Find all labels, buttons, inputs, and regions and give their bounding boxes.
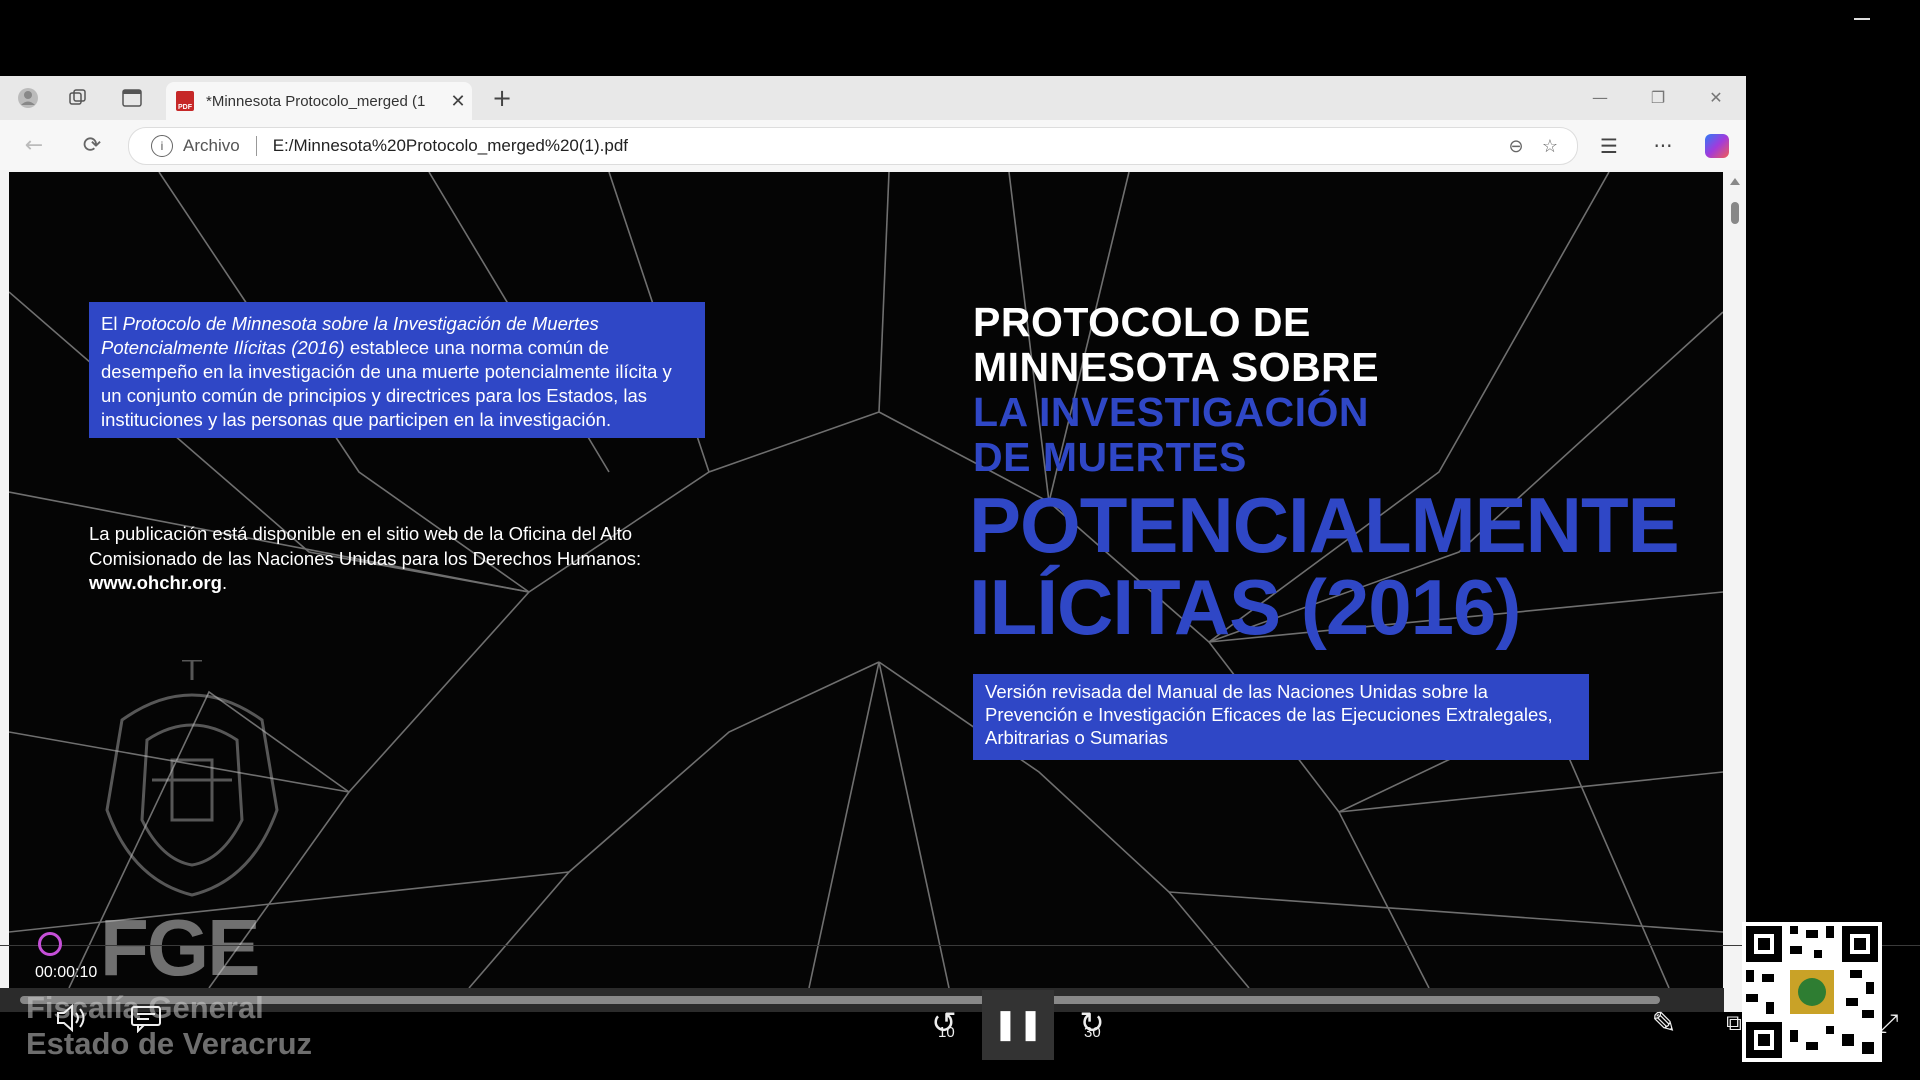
forward-seconds: 30 [1084, 1024, 1101, 1041]
title-line-5: POTENCIALMENTE [969, 481, 1680, 569]
vertical-tabs-icon[interactable] [120, 86, 144, 110]
document-title-large: POTENCIALMENTE ILÍCITAS (2016) [969, 481, 1680, 651]
vertical-scrollbar[interactable] [1724, 172, 1746, 988]
back-button[interactable]: ← [20, 132, 48, 160]
favorite-star-icon[interactable]: ☆ [1533, 136, 1567, 157]
title-line-2: MINNESOTA SOBRE [973, 344, 1380, 390]
new-tab-button[interactable]: + [488, 84, 516, 112]
scrollbar-thumb[interactable] [1731, 202, 1739, 224]
refresh-button[interactable]: ⟳ [78, 132, 106, 160]
workspaces-icon[interactable] [66, 86, 90, 110]
url-text[interactable]: E:/Minnesota%20Protocolo_merged%20(1).pd… [273, 136, 1499, 156]
publication-text: La publicación está disponible en el sit… [89, 523, 642, 569]
tab-bar: PDF *Minnesota Protocolo_merged (1 ✕ + —… [0, 76, 1746, 120]
playback-time: 00:00:10 [35, 964, 98, 981]
captions-icon[interactable] [124, 1002, 168, 1046]
window-restore-button[interactable]: ❐ [1638, 84, 1678, 112]
pdf-file-icon: PDF [176, 91, 194, 111]
fge-watermark: FGE [100, 903, 260, 992]
scroll-up-arrow-icon[interactable] [1730, 178, 1740, 185]
title-line-6: ILÍCITAS (2016) [969, 563, 1521, 651]
intro-text-box: El Protocolo de Minnesota sobre la Inves… [89, 302, 705, 438]
tab-active-pdf[interactable]: PDF *Minnesota Protocolo_merged (1 ✕ [166, 82, 472, 120]
title-line-1: PROTOCOLO DE [973, 299, 1311, 345]
window-minimize-button[interactable]: — [1580, 84, 1620, 112]
document-title-blue: LA INVESTIGACIÓN DE MUERTES [973, 390, 1369, 480]
url-field[interactable]: i Archivo E:/Minnesota%20Protocolo_merge… [128, 127, 1578, 165]
rewind-seconds: 10 [938, 1024, 955, 1041]
publication-link[interactable]: www.ohchr.org [89, 572, 222, 593]
veracruz-seal-watermark [105, 660, 279, 897]
volume-icon[interactable] [50, 1002, 94, 1046]
title-line-4: DE MUERTES [973, 434, 1247, 480]
profile-icon[interactable] [16, 86, 40, 110]
zoom-out-icon[interactable]: ⊖ [1499, 136, 1533, 157]
pen-icon[interactable]: ✎ [1642, 1002, 1686, 1046]
close-tab-icon[interactable]: ✕ [444, 91, 472, 112]
title-line-3: LA INVESTIGACIÓN [973, 389, 1369, 435]
publication-note: La publicación está disponible en el sit… [89, 522, 709, 596]
more-options-icon[interactable]: ··· [1648, 132, 1678, 160]
url-separator [255, 136, 257, 156]
copilot-icon[interactable] [1702, 132, 1732, 160]
intro-prefix: El [101, 313, 123, 334]
url-scheme-label: Archivo [183, 136, 240, 155]
loading-ring-icon [38, 932, 62, 956]
pause-button[interactable]: ❚❚ [982, 990, 1054, 1060]
player-minimize-button[interactable] [1854, 18, 1870, 20]
address-bar: ← ⟳ i Archivo E:/Minnesota%20Protocolo_m… [0, 120, 1746, 170]
qr-code [1742, 922, 1882, 1062]
info-icon[interactable]: i [151, 135, 173, 157]
publication-suffix: . [221, 572, 228, 593]
document-title-white: PROTOCOLO DE MINNESOTA SOBRE [973, 300, 1379, 390]
window-close-button[interactable]: ✕ [1696, 84, 1736, 112]
favorites-icon[interactable]: ☰ [1594, 132, 1624, 160]
tab-title: *Minnesota Protocolo_merged (1 [206, 92, 426, 110]
version-text-box: Versión revisada del Manual de las Nacio… [973, 674, 1589, 760]
playback-progress-bar[interactable] [0, 945, 1920, 946]
